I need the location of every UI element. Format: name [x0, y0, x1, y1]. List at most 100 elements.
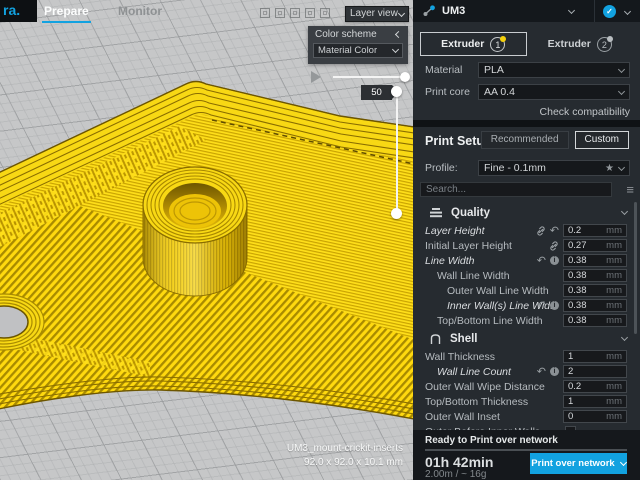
setting-value-field[interactable]: 1mm	[563, 350, 627, 363]
setting-row: Layer Height↶0.2mm	[413, 223, 640, 238]
setting-value-field[interactable]: 0.38mm	[563, 284, 627, 297]
machine-dropdown-chevron-icon[interactable]	[568, 6, 575, 13]
setting-value-field[interactable]: 0.27mm	[563, 239, 627, 252]
view-right-icon[interactable]	[320, 8, 330, 18]
layer-slider-top-handle[interactable]	[391, 86, 402, 97]
material-dropdown[interactable]: PLA	[478, 62, 630, 78]
chevron-down-icon	[618, 163, 625, 170]
configuration-chevron-icon[interactable]	[624, 7, 631, 14]
print-time-estimate: 01h 42min	[425, 454, 493, 470]
model-dimensions: 92.0 x 92.0 x 10.1 mm	[287, 456, 403, 470]
layer-range-slider[interactable]	[396, 92, 398, 213]
setting-row: Wall Line Width0.38mm	[413, 268, 640, 283]
layer-slider-bottom-handle[interactable]	[391, 208, 402, 219]
setting-value-field[interactable]: 0mm	[563, 410, 627, 423]
setting-row: Wall Thickness 1mm	[413, 349, 640, 364]
setting-value-field[interactable]: 1mm	[563, 395, 627, 408]
setting-search-input[interactable]	[420, 182, 612, 197]
reset-value-icon[interactable]: ↶	[537, 367, 546, 377]
cura-application-window: ra. Prepare Monitor Layer view Color sch…	[0, 0, 640, 480]
setting-label: Top/Bottom Thickness	[425, 396, 528, 408]
chevron-down-icon	[618, 65, 625, 72]
tab-prepare[interactable]: Prepare	[44, 4, 89, 18]
setting-filter-menu-icon[interactable]: ≡	[626, 182, 634, 197]
extruder-tabs: Extruder 1 Extruder 2	[420, 32, 633, 56]
setting-unit: mm	[606, 300, 626, 311]
view-front-icon[interactable]	[275, 8, 285, 18]
connection-status-badge[interactable]: ✓	[603, 5, 616, 18]
quality-layers-icon	[430, 208, 442, 218]
setting-value: 0.38	[564, 315, 587, 326]
extruder-1-badge: 1	[490, 37, 505, 52]
setting-label: Wall Line Count	[437, 366, 511, 378]
setting-unit: mm	[606, 315, 626, 326]
info-icon[interactable]: i	[550, 367, 559, 376]
setting-unit: mm	[606, 225, 626, 236]
tab-monitor[interactable]: Monitor	[118, 4, 162, 18]
tab-extruder-2[interactable]: Extruder 2	[527, 32, 634, 56]
camera-view-toolbar	[260, 8, 330, 18]
setting-value-field[interactable]: 2	[563, 365, 627, 378]
collapse-panel-icon[interactable]	[395, 31, 402, 38]
print-over-network-button[interactable]: Print over network	[530, 453, 627, 474]
material-label: Material	[425, 64, 462, 76]
info-icon[interactable]: i	[550, 256, 559, 265]
output-footer: Ready to Print over network 01h 42min 2.…	[413, 430, 640, 480]
info-icon[interactable]: i	[550, 301, 559, 310]
category-label: Shell	[450, 333, 477, 345]
setting-value-field[interactable]: 0.38 mm	[563, 314, 627, 327]
color-scheme-dropdown[interactable]: Material Color	[313, 43, 403, 58]
view-top-icon[interactable]	[290, 8, 300, 18]
print-core-label: Print core	[425, 86, 470, 98]
setting-label: Outer Wall Line Width	[447, 285, 549, 297]
chevron-down-icon	[621, 334, 628, 341]
setting-value: 0.2	[564, 381, 581, 392]
view-mode-dropdown[interactable]: Layer view	[345, 6, 409, 22]
path-slider-handle[interactable]	[400, 72, 410, 82]
settings-category-quality[interactable]: Quality	[413, 202, 640, 223]
3d-viewport[interactable]: ra. Prepare Monitor Layer view Color sch…	[0, 0, 413, 480]
setting-row-icons: ↶	[536, 226, 559, 236]
setting-value-field[interactable]: 0.2mm	[563, 224, 627, 237]
setting-value-field[interactable]: 0.2mm	[563, 380, 627, 393]
setting-value-field[interactable]: 0.38 mm	[563, 299, 627, 312]
profile-dropdown[interactable]: Fine - 0.1mm ★	[478, 160, 630, 176]
shell-icon	[430, 334, 441, 344]
network-printer-icon	[422, 4, 436, 18]
reset-value-icon[interactable]: ↶	[537, 301, 546, 311]
machine-selector[interactable]: UM3 ✓	[413, 0, 640, 22]
custom-mode-button[interactable]: Custom	[575, 131, 629, 149]
chevron-down-icon	[620, 459, 627, 466]
path-simulation-slider[interactable]	[333, 76, 405, 78]
reset-value-icon[interactable]: ↶	[550, 226, 559, 236]
setting-unit: mm	[606, 411, 626, 422]
sliced-model-preview[interactable]	[0, 0, 413, 480]
setting-label: Line Width	[425, 255, 475, 267]
setting-row-icons	[549, 241, 559, 251]
setting-row: Outer Wall Line Width 0.38mm	[413, 283, 640, 298]
view-3d-icon[interactable]	[260, 8, 270, 18]
settings-scrollbar[interactable]	[634, 202, 637, 334]
view-left-icon[interactable]	[305, 8, 315, 18]
star-icon[interactable]: ★	[605, 163, 614, 174]
cura-logo: ra.	[0, 0, 37, 22]
setting-row: Inner Wall(s) Line Width↶i0.38mm	[413, 298, 640, 313]
print-core-dropdown[interactable]: AA 0.4	[478, 84, 630, 100]
check-compatibility-link[interactable]: Check compatibility	[540, 106, 630, 118]
simulation-play-icon[interactable]	[311, 71, 321, 83]
setting-value-field[interactable]: 0.38mm	[563, 254, 627, 267]
setting-row: Initial Layer Height 0.27mm	[413, 238, 640, 253]
reset-value-icon[interactable]: ↶	[537, 256, 546, 266]
setting-row-icons: ↶i	[537, 367, 559, 377]
tab-extruder-1[interactable]: Extruder 1	[420, 32, 527, 56]
model-filename: UM3_mount-crickit-inserts	[287, 442, 403, 456]
profile-label: Profile:	[425, 162, 458, 174]
setting-value: 0.38	[564, 255, 587, 266]
setting-value: 0.38	[564, 300, 587, 311]
settings-list: QualityLayer Height↶0.2mmInitial Layer H…	[413, 202, 640, 430]
setting-value-field[interactable]: 0.38mm	[563, 269, 627, 282]
setting-label: Initial Layer Height	[425, 240, 512, 252]
recommended-mode-button[interactable]: Recommended	[481, 131, 569, 149]
settings-category-shell[interactable]: Shell	[413, 328, 640, 349]
setting-label: Wall Thickness	[425, 351, 495, 363]
